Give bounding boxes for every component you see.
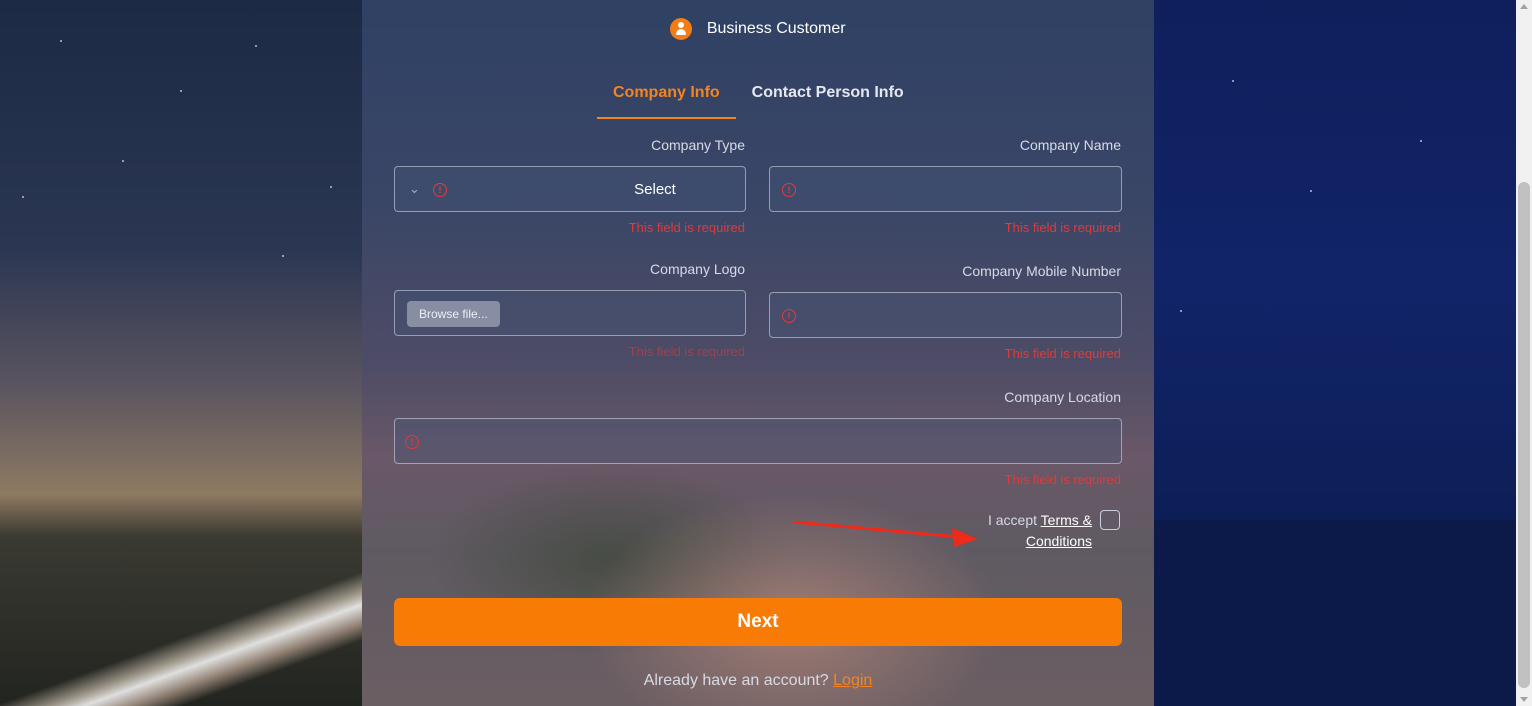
login-link[interactable]: Login — [833, 672, 872, 689]
error-icon: ! — [782, 309, 796, 323]
background-highway-lights — [0, 540, 362, 706]
browse-file-button[interactable]: Browse file... — [407, 301, 500, 327]
registration-panel: Business Customer Company Info Contact P… — [362, 0, 1154, 706]
customer-type-title: Business Customer — [706, 20, 846, 37]
business-user-icon — [670, 18, 693, 40]
tab-company-info[interactable]: Company Info — [597, 80, 736, 119]
login-prompt-text: Already have an account? — [643, 672, 829, 689]
company-location-label: Company Location — [1004, 389, 1121, 405]
scroll-down-icon[interactable] — [1520, 697, 1528, 702]
company-mobile-error: This field is required — [1004, 346, 1121, 361]
company-name-input[interactable]: ! — [769, 166, 1122, 212]
company-location-error: This field is required — [1004, 472, 1121, 487]
company-type-select[interactable]: ⌄ ! Select — [394, 166, 746, 212]
company-type-error: This field is required — [628, 220, 745, 235]
company-logo-label: Company Logo — [650, 261, 745, 277]
background-treeline — [1154, 520, 1516, 706]
company-logo-upload: Browse file... — [394, 290, 746, 336]
error-icon: ! — [782, 183, 796, 197]
company-type-value: Select — [634, 181, 676, 198]
scroll-up-icon[interactable] — [1520, 4, 1528, 9]
company-mobile-input[interactable]: ! — [769, 292, 1122, 338]
company-name-error: This field is required — [1004, 220, 1121, 235]
scrollbar-thumb[interactable] — [1518, 182, 1530, 688]
page-scrollbar[interactable] — [1516, 0, 1532, 706]
company-mobile-label: Company Mobile Number — [962, 263, 1121, 279]
company-logo-error: This field is required — [628, 344, 745, 359]
error-icon: ! — [405, 435, 419, 449]
terms-text: I accept Terms & Conditions — [972, 510, 1092, 552]
form-tabs: Company Info Contact Person Info — [597, 80, 920, 119]
tab-contact-person-info[interactable]: Contact Person Info — [736, 80, 920, 117]
company-type-label: Company Type — [651, 137, 745, 153]
terms-prefix: I accept — [987, 512, 1038, 528]
company-location-input[interactable]: ! — [394, 418, 1122, 464]
next-button[interactable]: Next — [394, 598, 1122, 646]
terms-checkbox[interactable] — [1100, 510, 1120, 530]
annotation-arrow-icon — [793, 520, 978, 547]
company-name-label: Company Name — [1019, 137, 1121, 153]
customer-type-header: Business Customer — [362, 18, 1154, 40]
login-prompt: Already have an account? Login — [362, 672, 1154, 690]
